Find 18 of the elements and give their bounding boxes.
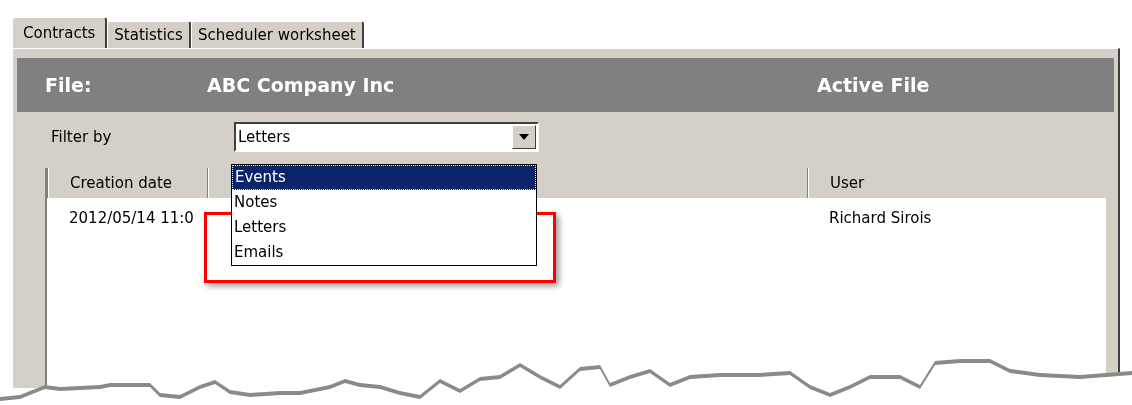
tab[interactable]: Statistics — [107, 21, 191, 48]
dropdown-option[interactable]: Letters — [232, 215, 536, 240]
tab[interactable]: Contracts — [12, 17, 108, 48]
column-header[interactable]: Creation date — [70, 174, 173, 192]
tab[interactable]: Scheduler worksheet — [190, 21, 364, 48]
filter-label: Filter by — [51, 126, 113, 148]
dropdown-option[interactable]: Notes — [232, 190, 536, 215]
file-label: File: — [44, 72, 93, 98]
file-status: Active File — [817, 72, 930, 98]
table-cell: Richard Sirois — [829, 208, 932, 227]
table-cell: 2012/05/14 11:0 — [69, 208, 194, 227]
dropdown-option[interactable]: Emails — [232, 240, 536, 265]
filter-dropdown[interactable]: Letters — [234, 122, 539, 152]
caret-icon — [519, 134, 529, 140]
dropdown-option[interactable]: Events — [232, 165, 536, 190]
column-header[interactable]: User — [830, 174, 865, 192]
dropdown-arrow-button[interactable] — [512, 125, 536, 149]
file-name: ABC Company Inc — [207, 72, 396, 98]
